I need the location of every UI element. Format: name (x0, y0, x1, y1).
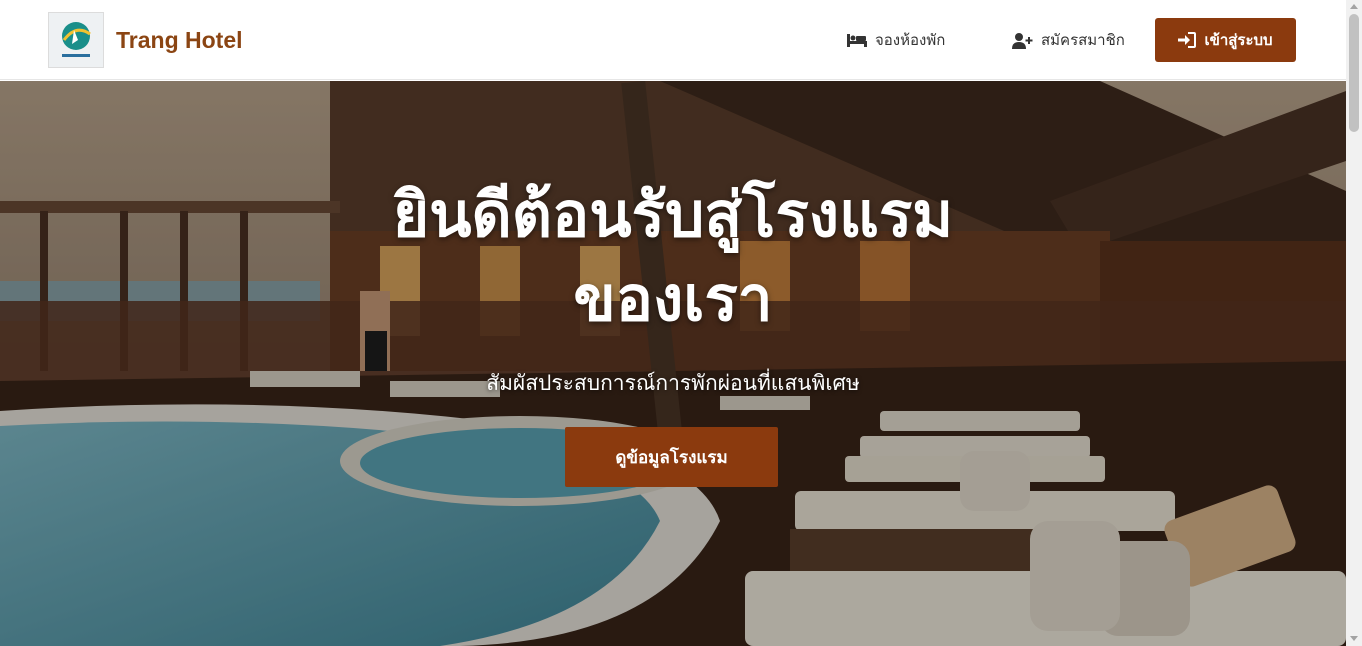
hero-title: ยินดีต้อนรับสู่โรงแรม ของเรา (223, 173, 1123, 341)
hero-title-line1: ยินดีต้อนรับสู่โรงแรม (392, 178, 954, 251)
hero-subtitle: สัมผัสประสบการณ์การพักผ่อนที่แสนพิเศษ (486, 371, 860, 395)
hero-banner: ยินดีต้อนรับสู่โรงแรม ของเรา สัมผัสประสบ… (0, 81, 1346, 646)
page-scrollbar[interactable] (1346, 0, 1362, 646)
hotel-logo[interactable] (48, 12, 104, 68)
nav-register-label: สมัครสมาชิก (1041, 31, 1125, 49)
scroll-down-arrow-icon[interactable] (1350, 636, 1358, 641)
hero-overlay (0, 81, 1346, 646)
login-button-label: เข้าสู่ระบบ (1204, 31, 1273, 49)
nav-register[interactable]: สมัครสมาชิก (1012, 28, 1125, 52)
logo-icon (62, 22, 91, 57)
top-navbar: Trang Hotel จองห้องพัก สมัครสมาชิก เข้าส… (0, 0, 1346, 80)
brand-name[interactable]: Trang Hotel (116, 27, 243, 54)
user-plus-icon (1012, 32, 1033, 49)
view-hotel-info-button[interactable]: ดูข้อมูลโรงแรม (565, 427, 778, 487)
nav-book-room-label: จองห้องพัก (875, 31, 946, 49)
nav-book-room[interactable]: จองห้องพัก (847, 28, 945, 52)
sign-in-icon (1178, 32, 1197, 48)
bed-icon (847, 34, 867, 47)
scroll-up-arrow-icon[interactable] (1350, 4, 1358, 9)
scrollbar-thumb[interactable] (1349, 14, 1359, 132)
hero-title-line2: ของเรา (573, 262, 773, 335)
login-button[interactable]: เข้าสู่ระบบ (1155, 18, 1296, 62)
